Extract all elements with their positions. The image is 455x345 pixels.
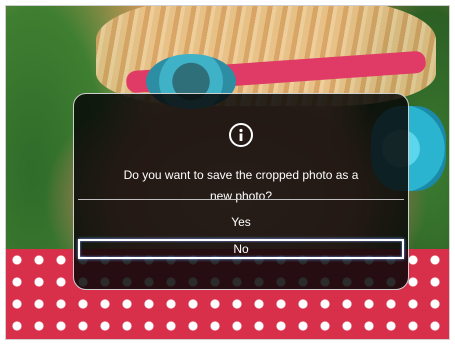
screen-frame: Do you want to save the cropped photo as… <box>5 5 450 340</box>
dialog-message-line1: Do you want to save the cropped photo as… <box>123 168 359 182</box>
info-icon <box>229 123 253 147</box>
dialog-message-line2: new photo? <box>209 189 273 203</box>
dialog-divider <box>78 199 404 200</box>
no-option[interactable]: No <box>78 239 404 259</box>
info-icon-glyph <box>239 128 243 141</box>
yes-option[interactable]: Yes <box>78 212 404 232</box>
save-cropped-photo-dialog: Do you want to save the cropped photo as… <box>73 93 409 290</box>
dialog-message: Do you want to save the cropped photo as… <box>74 165 408 207</box>
